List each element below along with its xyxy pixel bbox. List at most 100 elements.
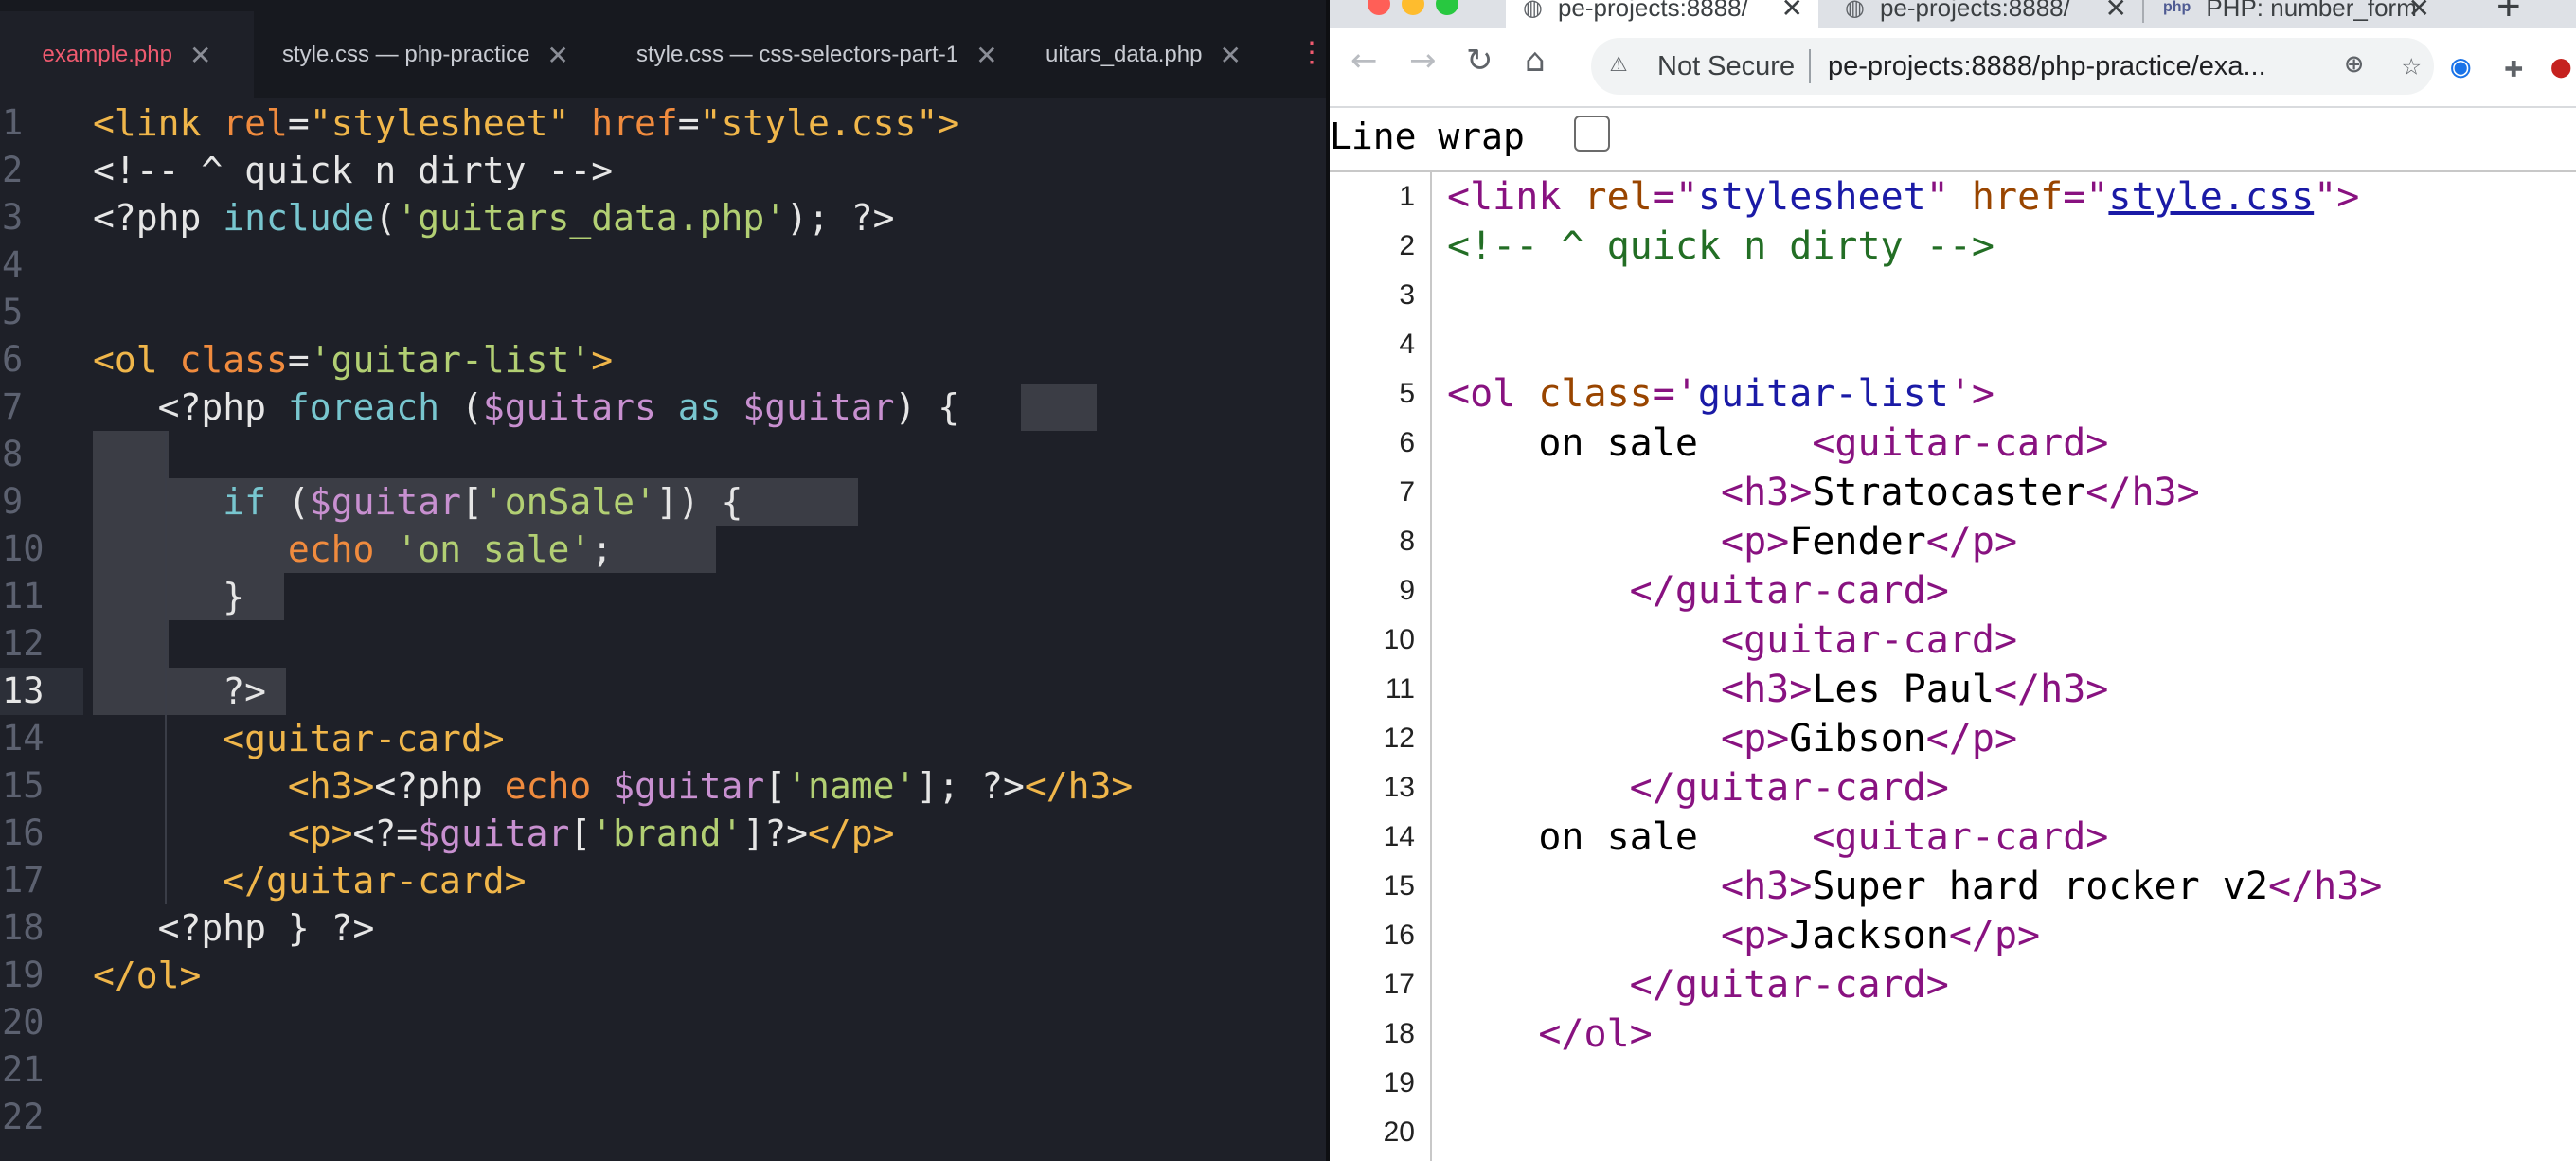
source-token — [1447, 766, 1630, 810]
source-line-number: 9 — [1399, 575, 1415, 606]
code-text: <?php } ?> — [93, 904, 375, 952]
url-text[interactable]: pe-projects:8888/php-practice/exa... — [1828, 51, 2339, 82]
code-line[interactable]: 2 <!-- ^ quick n dirty --> — [0, 147, 1326, 194]
editor-tab-style-css-php-practice[interactable]: style.css — php-practice ✕ — [282, 11, 595, 98]
close-icon[interactable]: ✕ — [546, 40, 568, 71]
source-line: 16 <p>Jackson</p> — [1330, 911, 2576, 960]
code-text: <h3><?php echo $guitar['name']; ?></h3> — [93, 762, 1133, 810]
forward-arrow-icon[interactable]: → — [1409, 42, 1437, 80]
code-line[interactable]: 1 <link rel="stylesheet" href="style.css"… — [0, 99, 1326, 147]
code-token: } — [93, 576, 245, 617]
code-line[interactable]: 11 } — [0, 573, 1326, 620]
line-number: 11 — [2, 576, 45, 616]
code-text: </guitar-card> — [93, 857, 526, 904]
new-tab-icon[interactable]: + — [2496, 0, 2521, 30]
code-line[interactable]: 22 — [0, 1094, 1326, 1141]
line-wrap-checkbox[interactable] — [1574, 116, 1610, 152]
close-icon[interactable]: ✕ — [975, 40, 997, 71]
code-line[interactable]: 3 <?php include('guitars_data.php'); ?> — [0, 194, 1326, 241]
code-line[interactable]: 20 — [0, 999, 1326, 1046]
code-line[interactable]: 5 — [0, 289, 1326, 336]
minimize-window-icon[interactable] — [1402, 0, 1424, 15]
source-line-number: 15 — [1383, 870, 1415, 902]
code-text: <!-- ^ quick n dirty --> — [93, 147, 613, 194]
editor-tab-example-php[interactable]: example.php ✕ — [0, 11, 254, 98]
source-token: '> — [1948, 372, 1995, 416]
source-line-number: 13 — [1383, 772, 1415, 803]
line-number: 18 — [2, 907, 45, 948]
reload-icon[interactable]: ↻ — [1466, 42, 1494, 80]
source-text: </ol> — [1447, 1009, 1652, 1059]
browser-tab-php-docs[interactable]: php PHP: number_form ✕ — [2146, 0, 2445, 28]
password-manager-icon[interactable]: ◉ — [2451, 47, 2470, 85]
browser-tab-label: PHP: number_form — [2206, 0, 2417, 22]
code-line[interactable]: 19 </ol> — [0, 952, 1326, 999]
close-tab-icon[interactable]: ✕ — [2408, 0, 2430, 24]
source-line-number: 8 — [1399, 526, 1415, 557]
source-token — [1447, 865, 1721, 908]
extensions-puzzle-icon[interactable]: ✚ — [2504, 47, 2523, 85]
source-token: on sale — [1447, 815, 1813, 859]
line-number: 4 — [2, 244, 24, 285]
source-line: 6 on sale <guitar-card> — [1330, 419, 2576, 468]
warning-icon[interactable]: ⚠ — [1610, 45, 1627, 79]
zoom-window-icon[interactable] — [1436, 0, 1458, 15]
code-line[interactable]: 21 — [0, 1046, 1326, 1094]
source-token: =' — [1652, 372, 1698, 416]
source-token: Stratocaster — [1812, 471, 2086, 514]
code-editor[interactable]: ▶ example.php ✕ style.css — php-practice… — [0, 0, 1326, 1161]
code-line[interactable]: 15 <h3><?php echo $guitar['name']; ?></h… — [0, 762, 1326, 810]
more-tabs-icon[interactable]: ⋮ — [1297, 36, 1326, 69]
code-line[interactable]: 16 <p><?=$guitar['brand']?></p> — [0, 810, 1326, 857]
extension-icon[interactable]: ● — [2551, 47, 2570, 85]
back-arrow-icon[interactable]: ← — [1351, 42, 1378, 80]
code-text: <p><?=$guitar['brand']?></p> — [93, 810, 895, 857]
stylesheet-link[interactable]: style.css — [2108, 175, 2314, 219]
code-token: if — [223, 481, 267, 523]
code-line[interactable]: 7 <?php foreach ($guitars as $guitar) { — [0, 384, 1326, 431]
source-line: 12 <p>Gibson</p> — [1330, 714, 2576, 763]
code-line[interactable]: 12 — [0, 620, 1326, 668]
source-token: =" — [2063, 175, 2109, 219]
editor-tab-guitars-data[interactable]: uitars_data.php ✕ — [1046, 11, 1273, 98]
code-line[interactable]: 8 — [0, 431, 1326, 478]
home-icon[interactable]: ⌂ — [1525, 42, 1546, 80]
zoom-icon[interactable]: ⊕ — [2345, 45, 2363, 81]
address-bar[interactable]: ⚠ Not Secure pe-projects:8888/php-practi… — [1591, 38, 2434, 95]
code-text: <ol class='guitar-list'> — [93, 336, 613, 384]
close-tab-icon[interactable]: ✕ — [2105, 0, 2127, 24]
browser-tab-active[interactable]: ◍ pe-projects:8888/ ✕ — [1506, 0, 1818, 28]
security-label[interactable]: Not Secure — [1657, 51, 1795, 82]
source-line: 4 — [1330, 320, 2576, 369]
source-line: 20 — [1330, 1108, 2576, 1157]
close-tab-icon[interactable]: ✕ — [1781, 0, 1803, 24]
code-token: class — [179, 339, 288, 381]
browser-tab[interactable]: ◍ pe-projects:8888/ ✕ — [1828, 0, 2142, 28]
source-text: on sale <guitar-card> — [1447, 813, 2108, 862]
close-icon[interactable]: ✕ — [1219, 40, 1241, 71]
code-line[interactable]: 10 echo 'on sale'; — [0, 526, 1326, 573]
code-token: ) { — [894, 386, 960, 428]
close-window-icon[interactable] — [1368, 0, 1390, 15]
source-token: </h3> — [2267, 865, 2383, 908]
code-line[interactable]: 6 <ol class='guitar-list'> — [0, 336, 1326, 384]
code-line[interactable]: 9 if ($guitar['onSale']) { — [0, 478, 1326, 526]
close-icon[interactable]: ✕ — [189, 40, 211, 71]
editor-tab-label: style.css — php-practice — [282, 42, 530, 67]
code-token: echo — [287, 528, 375, 570]
globe-icon: ◍ — [1523, 0, 1543, 21]
editor-tab-style-css-selectors[interactable]: style.css — css-selectors-part-1 ✕ — [636, 11, 1025, 98]
code-line[interactable]: 17 </guitar-card> — [0, 857, 1326, 904]
source-token: </p> — [1925, 520, 2018, 563]
bookmark-star-icon[interactable]: ☆ — [2402, 45, 2421, 83]
code-line[interactable]: 13 ?> — [0, 668, 1326, 715]
code-line[interactable]: 18 <?php } ?> — [0, 904, 1326, 952]
code-token: </h3> — [1024, 765, 1134, 807]
source-text: <h3>Stratocaster</h3> — [1447, 468, 2200, 517]
code-line[interactable]: 4 — [0, 241, 1326, 289]
code-line[interactable]: 14 <guitar-card> — [0, 715, 1326, 762]
source-text: </guitar-card> — [1447, 566, 1949, 616]
